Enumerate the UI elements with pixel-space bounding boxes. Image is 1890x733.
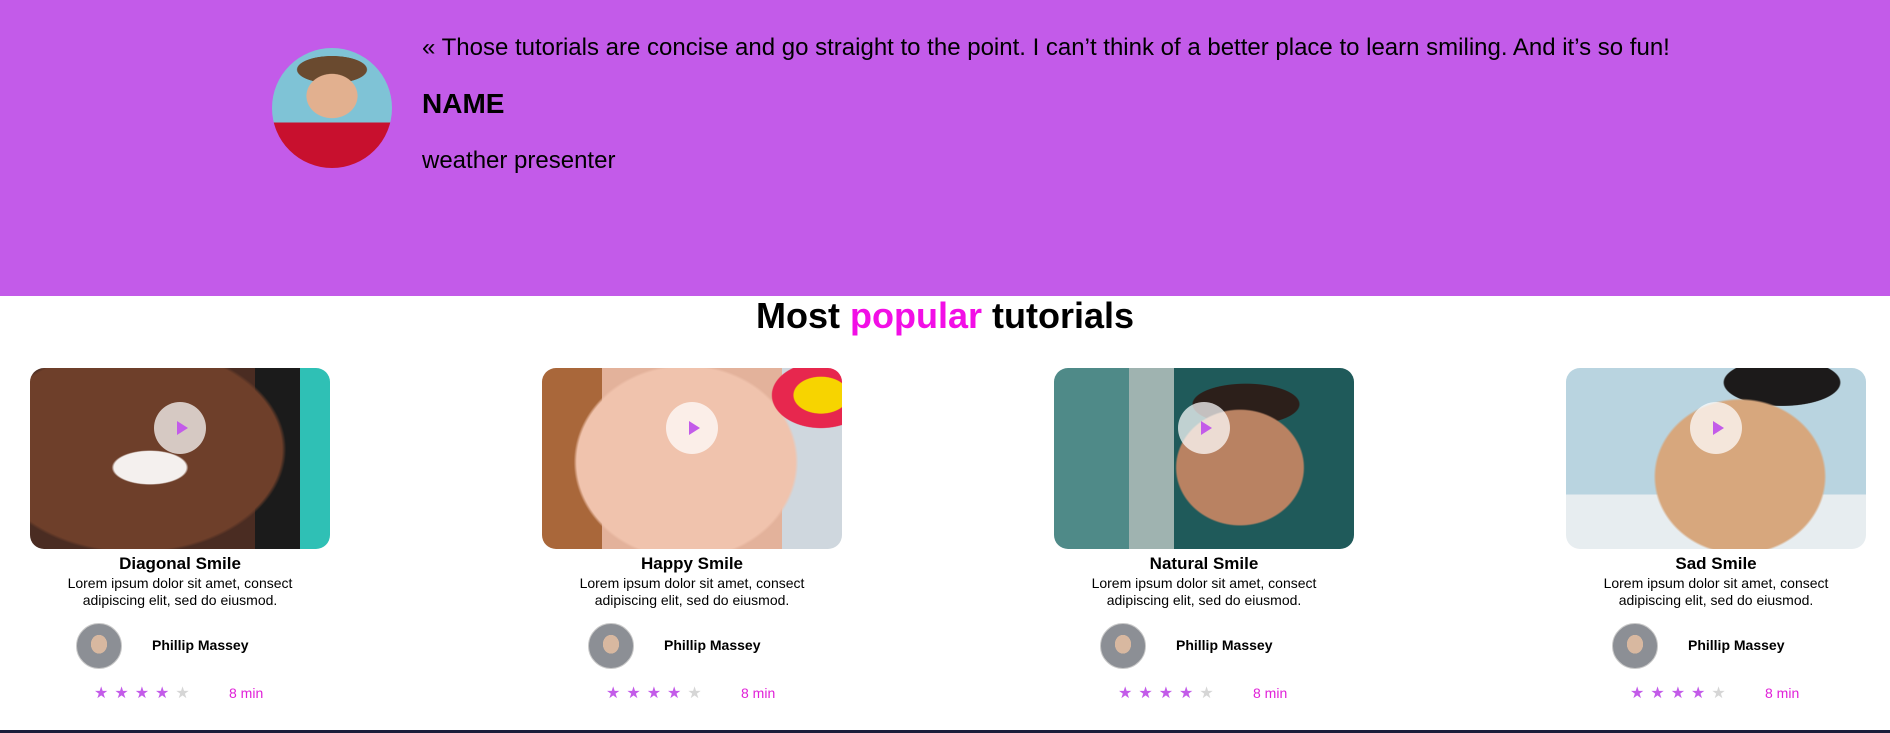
play-icon: [176, 421, 188, 435]
star-icon: ★: [1650, 685, 1671, 702]
star-icon: ★: [1691, 685, 1712, 702]
section-title-suffix: tutorials: [992, 295, 1135, 336]
play-icon: [688, 421, 700, 435]
tutorial-author: Phillip Massey: [30, 623, 330, 671]
star-icon: ★: [155, 685, 176, 702]
star-icon: ★: [94, 685, 115, 702]
author-avatar: [1100, 623, 1146, 669]
star-icon: ★: [606, 685, 627, 702]
author-name: Phillip Massey: [664, 637, 761, 653]
section-title-prefix: Most: [755, 295, 840, 336]
star-icon: ★: [687, 685, 708, 702]
star-icon: ★: [1711, 685, 1732, 702]
rating-stars: ★★★★★: [94, 683, 196, 703]
tutorial-card[interactable]: Happy Smile Lorem ipsum dolor sit amet, …: [542, 368, 842, 707]
testimonial-quote: « Those tutorials are concise and go str…: [422, 34, 1670, 61]
testimonial-section: « Those tutorials are concise and go str…: [0, 0, 1890, 296]
tutorial-thumbnail[interactable]: [542, 368, 842, 549]
tutorial-meta: ★★★★★ 8 min: [30, 683, 330, 707]
author-avatar: [588, 623, 634, 669]
tutorial-card[interactable]: Natural Smile Lorem ipsum dolor sit amet…: [1054, 368, 1354, 707]
rating-stars: ★★★★★: [1630, 683, 1732, 703]
star-icon: ★: [1670, 685, 1692, 702]
tutorial-author: Phillip Massey: [1566, 623, 1866, 671]
play-button[interactable]: [1178, 402, 1230, 454]
tutorial-meta: ★★★★★ 8 min: [1054, 683, 1354, 707]
tutorial-title[interactable]: Diagonal Smile: [30, 553, 330, 575]
testimonial-name: NAME: [422, 88, 505, 119]
author-avatar: [76, 623, 122, 669]
play-icon: [1712, 421, 1724, 435]
author-name: Phillip Massey: [1176, 637, 1273, 653]
star-icon: ★: [175, 685, 196, 702]
tutorial-title[interactable]: Natural Smile: [1054, 553, 1354, 575]
star-icon: ★: [134, 685, 156, 702]
tutorial-author: Phillip Massey: [1054, 623, 1354, 671]
star-icon: ★: [667, 685, 688, 702]
tutorial-duration: 8 min: [1765, 685, 1800, 701]
tutorial-title[interactable]: Happy Smile: [542, 553, 842, 575]
tutorial-description: Lorem ipsum dolor sit amet, consect adip…: [1603, 575, 1829, 608]
tutorial-meta: ★★★★★ 8 min: [542, 683, 842, 707]
tutorial-description: Lorem ipsum dolor sit amet, consect adip…: [67, 575, 293, 608]
tutorial-title[interactable]: Sad Smile: [1566, 553, 1866, 575]
tutorial-thumbnail[interactable]: [30, 368, 330, 549]
tutorial-thumbnail[interactable]: [1054, 368, 1354, 549]
rating-stars: ★★★★★: [1118, 683, 1220, 703]
tutorial-author: Phillip Massey: [542, 623, 842, 671]
section-title-accent: popular: [849, 295, 982, 336]
rating-stars: ★★★★★: [606, 683, 708, 703]
author-name: Phillip Massey: [152, 637, 249, 653]
tutorial-duration: 8 min: [229, 685, 264, 701]
play-button[interactable]: [1690, 402, 1742, 454]
star-icon: ★: [1630, 685, 1651, 702]
play-icon: [1200, 421, 1212, 435]
star-icon: ★: [1158, 685, 1180, 702]
play-button[interactable]: [154, 402, 206, 454]
tutorial-thumbnail[interactable]: [1566, 368, 1866, 549]
testimonial-content: « Those tutorials are concise and go str…: [422, 32, 1842, 176]
testimonial-avatar: [272, 48, 392, 168]
star-icon: ★: [626, 685, 647, 702]
star-icon: ★: [1118, 685, 1139, 702]
author-avatar: [1612, 623, 1658, 669]
star-icon: ★: [1199, 685, 1220, 702]
star-icon: ★: [1179, 685, 1200, 702]
author-name: Phillip Massey: [1688, 637, 1785, 653]
star-icon: ★: [114, 685, 135, 702]
tutorial-duration: 8 min: [741, 685, 776, 701]
tutorial-description: Lorem ipsum dolor sit amet, consect adip…: [579, 575, 805, 608]
star-icon: ★: [646, 685, 668, 702]
testimonial-role: weather presenter: [422, 147, 616, 174]
star-icon: ★: [1138, 685, 1159, 702]
tutorial-card[interactable]: Diagonal Smile Lorem ipsum dolor sit ame…: [30, 368, 330, 707]
section-title: Most popular tutorials: [0, 292, 1890, 340]
tutorial-duration: 8 min: [1253, 685, 1288, 701]
tutorial-card[interactable]: Sad Smile Lorem ipsum dolor sit amet, co…: [1566, 368, 1866, 707]
tutorial-meta: ★★★★★ 8 min: [1566, 683, 1866, 707]
tutorial-description: Lorem ipsum dolor sit amet, consect adip…: [1091, 575, 1317, 608]
play-button[interactable]: [666, 402, 718, 454]
